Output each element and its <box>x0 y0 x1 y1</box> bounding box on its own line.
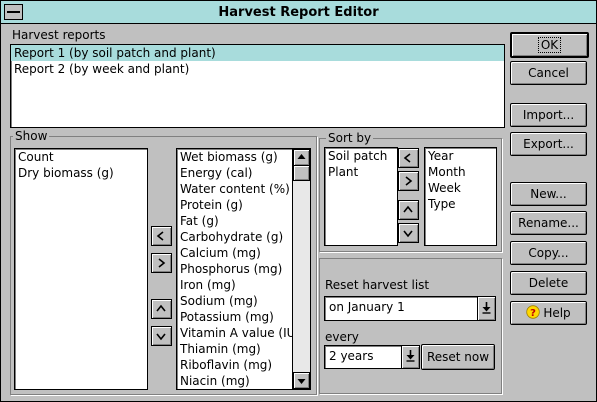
reset-harvest-list-label: Reset harvest list <box>325 278 430 292</box>
move-down-button[interactable] <box>151 326 172 346</box>
import-button[interactable]: Import... <box>510 103 587 127</box>
list-item[interactable]: Count <box>15 149 147 165</box>
list-item[interactable]: Month <box>425 164 496 180</box>
dropdown-arrow-icon <box>406 350 415 362</box>
new-button[interactable]: New... <box>510 182 587 206</box>
scroll-down-button[interactable] <box>293 372 310 389</box>
copy-button[interactable]: Copy... <box>510 241 587 265</box>
reset-date-value: on January 1 <box>329 300 405 314</box>
list-item[interactable]: Year <box>425 148 496 164</box>
every-label: every <box>325 330 359 344</box>
vertical-scrollbar[interactable] <box>292 149 310 389</box>
reset-interval-select[interactable]: 2 years <box>324 345 420 369</box>
move-right-button[interactable] <box>151 253 172 273</box>
chevron-down-icon <box>403 230 413 238</box>
sort-move-up-button[interactable] <box>398 200 419 220</box>
rename-button[interactable]: Rename... <box>510 211 587 235</box>
show-selected-list[interactable]: Count Dry biomass (g) <box>14 148 148 390</box>
list-item[interactable]: Niacin (mg) <box>177 373 292 389</box>
report-list-item[interactable]: Report 2 (by week and plant) <box>11 61 504 77</box>
reset-date-dropdown-button[interactable] <box>477 297 495 320</box>
list-item[interactable]: Iron (mg) <box>177 277 292 293</box>
list-item[interactable]: Potassium (mg) <box>177 309 292 325</box>
chevron-down-icon <box>156 333 166 341</box>
reset-interval-dropdown-button[interactable] <box>401 346 419 368</box>
scroll-up-button[interactable] <box>293 149 310 166</box>
sort-available-list[interactable]: Year Month Week Type <box>424 147 497 246</box>
question-icon: ? <box>526 305 541 319</box>
sort-move-down-button[interactable] <box>398 223 419 243</box>
list-item[interactable]: Thiamin (mg) <box>177 341 292 357</box>
list-item[interactable]: Sodium (mg) <box>177 293 292 309</box>
window-title: Harvest Report Editor <box>218 5 379 20</box>
list-item[interactable]: Phosphorus (mg) <box>177 261 292 277</box>
chevron-right-icon <box>158 258 166 268</box>
scroll-down-arrow-icon <box>297 379 306 384</box>
harvest-report-editor-window: Harvest Report Editor Harvest reports Re… <box>0 0 597 402</box>
harvest-reports-label: Harvest reports <box>12 28 106 42</box>
sort-move-left-button[interactable] <box>398 148 419 168</box>
list-item[interactable]: Fat (g) <box>177 213 292 229</box>
chevron-up-icon <box>156 304 166 312</box>
list-item[interactable]: Wet biomass (g) <box>177 149 292 165</box>
list-item[interactable]: Week <box>425 180 496 196</box>
list-item[interactable]: Water content (%) <box>177 181 292 197</box>
cancel-button[interactable]: Cancel <box>510 61 587 85</box>
sort-selected-list[interactable]: Soil patch Plant <box>324 147 398 246</box>
move-left-button[interactable] <box>151 226 172 246</box>
list-item[interactable]: Calcium (mg) <box>177 245 292 261</box>
chevron-right-icon <box>405 176 413 186</box>
svg-text:?: ? <box>530 308 536 319</box>
list-item[interactable]: Protein (g) <box>177 197 292 213</box>
list-item[interactable]: Carbohydrate (g) <box>177 229 292 245</box>
help-button[interactable]: ? Help <box>510 301 587 325</box>
reset-date-select[interactable]: on January 1 <box>324 296 496 321</box>
show-available-list[interactable]: Wet biomass (g) Energy (cal) Water conte… <box>176 148 311 390</box>
show-group-label: Show <box>13 129 50 143</box>
dropdown-arrow-icon <box>482 302 491 314</box>
list-item[interactable]: Type <box>425 196 496 212</box>
harvest-reports-list[interactable]: Report 1 (by soil patch and plant) Repor… <box>10 44 505 128</box>
move-up-button[interactable] <box>151 299 172 319</box>
delete-button[interactable]: Delete <box>510 271 587 295</box>
list-item[interactable]: Dry biomass (g) <box>15 165 147 181</box>
export-button[interactable]: Export... <box>510 132 587 156</box>
available-items-container: Wet biomass (g) Energy (cal) Water conte… <box>177 149 300 389</box>
ok-button[interactable]: OK <box>510 32 589 58</box>
chevron-up-icon <box>403 205 413 213</box>
sort-move-right-button[interactable] <box>398 171 419 191</box>
title-bar[interactable]: Harvest Report Editor <box>1 1 596 24</box>
reset-now-button[interactable]: Reset now <box>421 344 495 370</box>
list-item[interactable]: Vitamin A value (IU) <box>177 325 300 341</box>
report-list-item[interactable]: Report 1 (by soil patch and plant) <box>11 45 504 61</box>
list-item[interactable]: Riboflavin (mg) <box>177 357 292 373</box>
scroll-up-arrow-icon <box>297 154 306 159</box>
reset-interval-value: 2 years <box>329 349 374 363</box>
chevron-left-icon <box>156 231 164 241</box>
list-item[interactable]: Plant <box>325 164 397 180</box>
sort-by-group-label: Sort by <box>326 131 374 145</box>
list-item[interactable]: Soil patch <box>325 148 397 164</box>
list-item[interactable]: Energy (cal) <box>177 165 292 181</box>
chevron-left-icon <box>403 153 411 163</box>
scroll-thumb[interactable] <box>293 165 310 181</box>
